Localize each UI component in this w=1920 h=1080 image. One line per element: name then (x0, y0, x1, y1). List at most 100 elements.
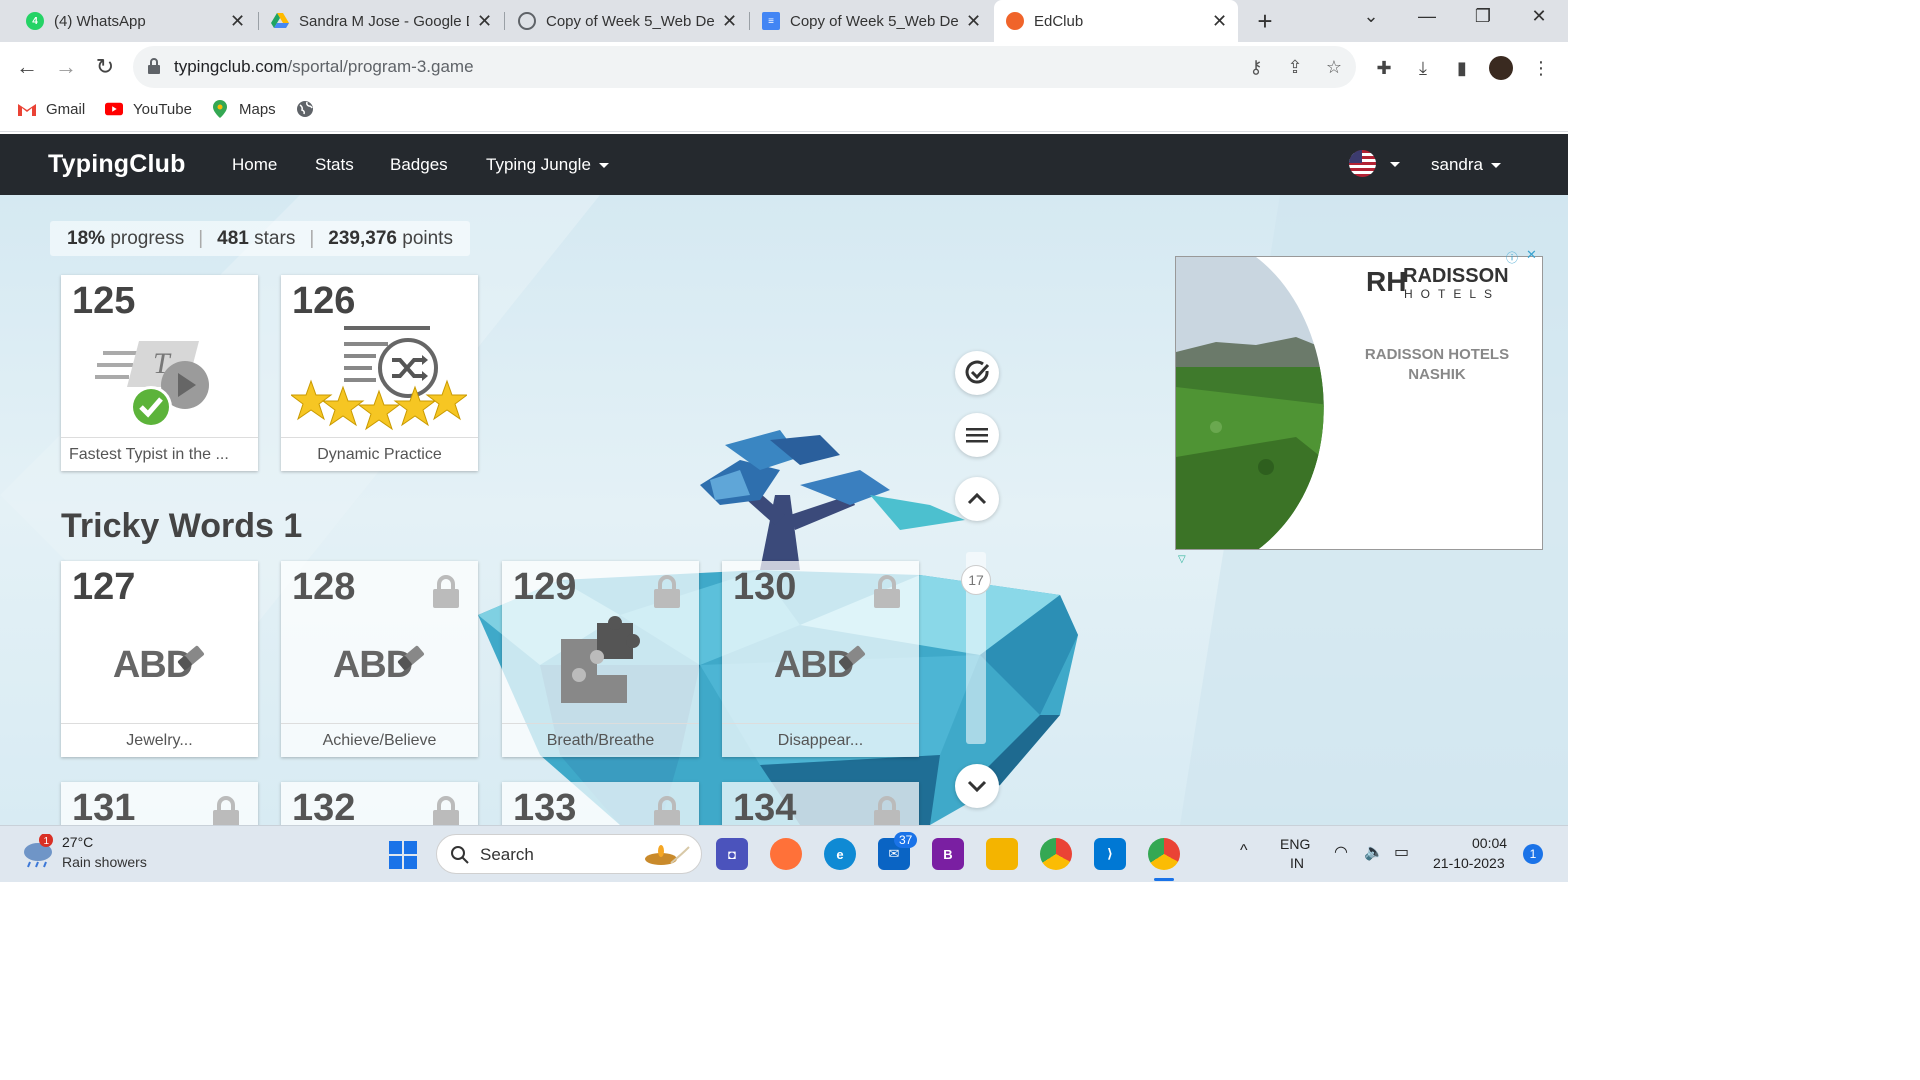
bookmark-globe[interactable] (296, 100, 324, 118)
check-progress-button[interactable] (955, 351, 999, 395)
extensions-icon[interactable]: ✚ (1372, 56, 1396, 80)
tab-whatsapp[interactable]: 4 (4) WhatsApp ✕ (14, 0, 256, 42)
lesson-card-130[interactable]: 130 ABD Disappear... (722, 561, 919, 757)
profile-avatar[interactable] (1489, 56, 1513, 80)
lesson-title: Jewelry... (61, 723, 258, 757)
bookmark-star-icon[interactable]: ☆ (1323, 56, 1345, 78)
tab-web-dev-1[interactable]: Copy of Week 5_Web Dev ✕ (506, 0, 748, 42)
close-tab-icon[interactable]: ✕ (722, 11, 737, 32)
back-button[interactable]: ← (12, 52, 42, 82)
google-drive-icon (271, 12, 289, 30)
user-menu[interactable]: sandra (1431, 155, 1501, 175)
battery-icon[interactable]: ▭ (1394, 842, 1409, 862)
lesson-card-132[interactable]: 132 (281, 782, 478, 825)
taskbar-search[interactable]: Search (436, 834, 702, 874)
bookmark-maps[interactable]: Maps (211, 100, 276, 118)
nav-home[interactable]: Home (232, 155, 277, 175)
new-tab-button[interactable]: + (1252, 8, 1278, 34)
ad-close-icon[interactable]: ✕ (1526, 247, 1537, 263)
lesson-card-127[interactable]: 127 ABD Jewelry... (61, 561, 258, 757)
bootstrap-studio-icon[interactable]: B (932, 838, 964, 870)
lock-icon (213, 796, 239, 825)
bookmarks-bar: Gmail YouTube Maps (0, 92, 1568, 132)
edclub-icon (1006, 12, 1024, 30)
file-explorer-icon[interactable] (986, 838, 1018, 870)
nav-badges[interactable]: Badges (390, 155, 448, 175)
key-icon[interactable]: ⚷ (1245, 56, 1267, 78)
chevron-down-icon (1390, 162, 1400, 168)
forward-button[interactable]: → (51, 52, 81, 82)
lesson-card-133[interactable]: 133 (502, 782, 699, 825)
abd-eraser-icon: ABD (61, 609, 258, 721)
ad-info-icon[interactable]: ⓘ (1506, 249, 1518, 266)
nav-stats[interactable]: Stats (315, 155, 354, 175)
tab-edclub[interactable]: EdClub ✕ (994, 0, 1238, 42)
show-hidden-icons-chevron[interactable]: ^ (1240, 842, 1248, 860)
puzzle-icon (502, 609, 699, 721)
language-indicator[interactable]: ENG (1280, 836, 1310, 852)
close-tab-icon[interactable]: ✕ (477, 11, 492, 32)
tab-web-dev-2[interactable]: ≡ Copy of Week 5_Web Dev ✕ (750, 0, 992, 42)
progress-percent: 18% (67, 227, 106, 249)
close-tab-icon[interactable]: ✕ (1212, 11, 1227, 32)
lesson-card-134[interactable]: 134 (722, 782, 919, 825)
volume-icon[interactable]: 🔈 (1364, 842, 1384, 862)
globe-icon (518, 12, 536, 30)
windows-start-icon[interactable] (388, 840, 418, 875)
restore-button[interactable]: ❐ (1468, 6, 1498, 27)
clock-time[interactable]: 00:04 (1472, 835, 1507, 851)
lesson-number: 134 (733, 787, 797, 825)
edge-icon[interactable]: e (824, 838, 856, 870)
advertisement-radisson[interactable]: RH RADISSON HOTELS RADISSON HOTELS NASHI… (1175, 256, 1543, 550)
chrome-icon[interactable] (1040, 838, 1072, 870)
divider: | (198, 227, 204, 249)
lesson-card-129[interactable]: 129 Breath/Breathe (502, 561, 699, 757)
address-bar[interactable]: typingclub.com/sportal/program-3.game ⚷ … (133, 46, 1356, 88)
download-icon[interactable]: ⤓ (1411, 56, 1435, 80)
url-text: typingclub.com/sportal/program-3.game (174, 57, 474, 77)
ad-brand: RADISSON (1403, 265, 1509, 287)
tab-search-chevron-icon[interactable]: ⌄ (1356, 6, 1386, 27)
stars-count: 481 (217, 227, 249, 249)
chevron-up-icon (967, 493, 987, 505)
lesson-card-125[interactable]: 125 T Fastest Typist in the ... (61, 275, 258, 471)
close-tab-icon[interactable]: ✕ (966, 11, 981, 32)
bookmark-gmail[interactable]: Gmail (18, 100, 85, 118)
language-dropdown[interactable] (1382, 154, 1400, 174)
nav-typing-jungle[interactable]: Typing Jungle (486, 155, 609, 175)
menu-kebab-icon[interactable]: ⋮ (1529, 56, 1553, 80)
lesson-card-131[interactable]: 131 (61, 782, 258, 825)
share-icon[interactable]: ⇪ (1284, 56, 1306, 78)
scroll-up-button[interactable] (955, 477, 999, 521)
chrome-profile-icon[interactable] (1148, 838, 1180, 870)
us-flag-icon[interactable] (1349, 150, 1376, 177)
five-stars-rating (291, 379, 467, 431)
scroll-down-button[interactable] (955, 764, 999, 808)
chevron-down-icon (598, 163, 609, 169)
active-app-indicator (1154, 878, 1174, 881)
notification-badge[interactable]: 1 (1523, 844, 1543, 864)
bookmark-youtube[interactable]: YouTube (105, 100, 192, 118)
ad-choices-icon[interactable]: ▽ (1178, 554, 1186, 565)
reload-button[interactable]: ↻ (90, 52, 120, 82)
wifi-icon[interactable]: ◠ (1334, 842, 1348, 862)
side-panel-icon[interactable]: ▮ (1450, 56, 1474, 80)
firefox-icon[interactable] (770, 838, 802, 870)
tab-google-drive[interactable]: Sandra M Jose - Google Drive ✕ (259, 0, 503, 42)
minimize-button[interactable]: — (1412, 6, 1442, 27)
lesson-card-128[interactable]: 128 ABD Achieve/Believe (281, 561, 478, 757)
menu-button[interactable] (955, 413, 999, 457)
site-logo[interactable]: TypingClub (48, 150, 186, 179)
lock-icon (433, 796, 459, 825)
check-circle-icon (965, 360, 990, 384)
weather-widget[interactable]: 1 27°C Rain showers (20, 833, 147, 873)
lesson-card-126[interactable]: 126 Dynamic Practice (281, 275, 478, 471)
radisson-logo-mark: RH (1366, 266, 1407, 297)
mail-badge: 37 (894, 832, 918, 848)
close-tab-icon[interactable]: ✕ (230, 11, 245, 32)
landscape-image (1176, 257, 1324, 549)
teams-chat-icon[interactable]: ◘ (716, 838, 748, 870)
lesson-number: 131 (72, 787, 136, 825)
close-window-button[interactable]: ✕ (1524, 6, 1554, 27)
vscode-icon[interactable]: ⟩ (1094, 838, 1126, 870)
